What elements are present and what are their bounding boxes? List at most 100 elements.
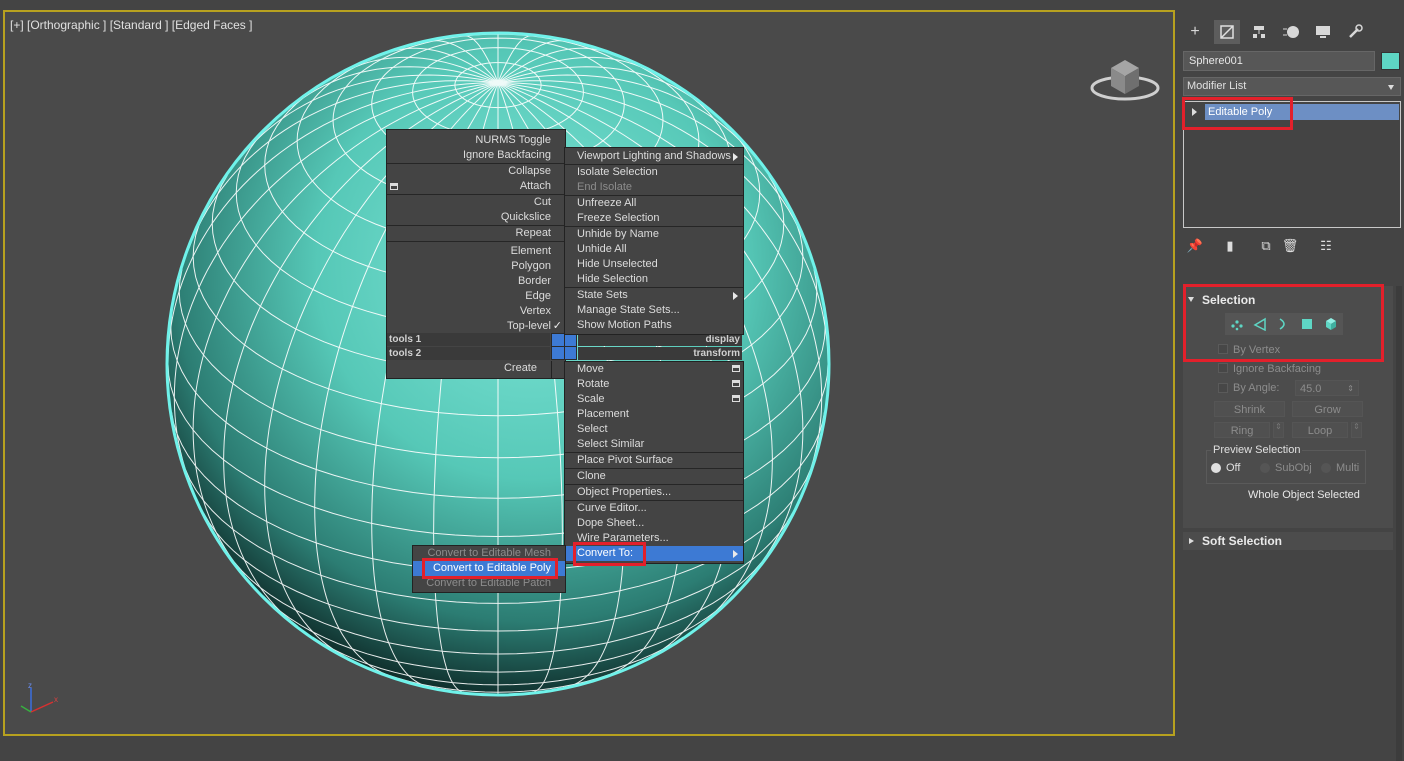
menu-item-clone[interactable]: Clone (565, 469, 743, 484)
menu-item-place-pivot-surface[interactable]: Place Pivot Surface (565, 453, 743, 468)
menu-item-unhide-all[interactable]: Unhide All (565, 242, 743, 257)
object-color-swatch[interactable] (1381, 52, 1400, 70)
menu-item-ignore-backfacing[interactable]: Ignore Backfacing (387, 148, 565, 163)
menu-item-scale[interactable]: Scale (565, 392, 743, 407)
menu-item-curve-editor[interactable]: Curve Editor... (565, 501, 743, 516)
svg-text:z: z (28, 682, 32, 690)
ring-button[interactable]: Ring (1214, 422, 1270, 438)
show-end-result-icon[interactable]: ▮ (1221, 237, 1239, 255)
menu-item-hide-selection[interactable]: Hide Selection (565, 272, 743, 287)
options-box-icon[interactable] (732, 380, 740, 387)
menu-item-label: Rotate (577, 378, 610, 390)
grow-button[interactable]: Grow (1292, 401, 1363, 417)
menu-item-select-similar[interactable]: Select Similar (565, 437, 743, 452)
menu-item-nurms-toggle[interactable]: NURMS Toggle (387, 133, 565, 148)
ignore-backfacing-checkbox[interactable] (1218, 363, 1228, 373)
quad-title-label: tools 2 (389, 348, 422, 359)
quad-tools2-menu: Create (386, 361, 552, 379)
menu-item-end-isolate[interactable]: End Isolate (565, 180, 743, 195)
menu-item-object-properties[interactable]: Object Properties... (565, 485, 743, 500)
menu-item-element[interactable]: Element (387, 244, 565, 259)
off-radio[interactable] (1211, 463, 1221, 473)
multi-radio-label: Multi (1336, 462, 1360, 474)
angle-value: 45.0 (1300, 383, 1322, 395)
menu-item-manage-state-sets[interactable]: Manage State Sets... (565, 303, 743, 318)
menu-item-rotate[interactable]: Rotate (565, 377, 743, 392)
menu-item-move[interactable]: Move (565, 362, 743, 377)
menu-item-select[interactable]: Select (565, 422, 743, 437)
menu-item-viewport-lighting[interactable]: Viewport Lighting and Shadows (565, 149, 743, 164)
checkmark-icon: ✓ (552, 320, 562, 332)
remove-modifier-icon[interactable]: 🗑 (1281, 237, 1299, 255)
hierarchy-icon[interactable] (1246, 20, 1272, 44)
motion-icon[interactable] (1278, 20, 1304, 44)
subobj-radio-label: SubObj (1275, 462, 1312, 474)
menu-item-label: Top-level (506, 320, 551, 332)
create-icon[interactable]: + (1182, 20, 1208, 44)
menu-item-dope-sheet[interactable]: Dope Sheet... (565, 516, 743, 531)
submenu-arrow-icon (733, 550, 738, 558)
menu-item-attach[interactable]: Attach (387, 179, 565, 194)
object-name-field[interactable]: Sphere001 (1183, 51, 1375, 71)
expand-arrow-icon[interactable] (1189, 538, 1194, 544)
options-box-icon[interactable] (390, 183, 398, 190)
subobj-radio[interactable] (1260, 463, 1270, 473)
quad-title-tools1: tools 1 (387, 333, 550, 346)
menu-item-hide-unselected[interactable]: Hide Unselected (565, 257, 743, 272)
utilities-icon[interactable] (1342, 20, 1368, 44)
quad-title-tools2: tools 2 (387, 347, 550, 360)
menu-item-create[interactable]: Create (387, 361, 551, 376)
menu-item-polygon[interactable]: Polygon (387, 259, 565, 274)
off-radio-label: Off (1226, 462, 1241, 474)
angle-spinner-field[interactable]: 45.0 ⇕ (1295, 380, 1359, 396)
menu-item-collapse[interactable]: Collapse (387, 164, 565, 179)
multi-radio[interactable] (1321, 463, 1331, 473)
by-angle-checkbox[interactable] (1218, 383, 1228, 393)
submenu-arrow-icon (733, 292, 738, 300)
pin-stack-icon[interactable]: 📌 (1186, 237, 1204, 255)
chevron-down-icon (1388, 85, 1394, 90)
modify-icon[interactable] (1214, 20, 1240, 44)
axis-tripod-icon: z x (20, 682, 58, 713)
menu-item-freeze-selection[interactable]: Freeze Selection (565, 211, 743, 226)
menu-item-unfreeze-all[interactable]: Unfreeze All (565, 196, 743, 211)
options-box-icon[interactable] (732, 395, 740, 402)
menu-item-border[interactable]: Border (387, 274, 565, 289)
submenu-arrow-icon (733, 153, 738, 161)
ring-spinner-icon[interactable]: ⇕ (1273, 422, 1284, 438)
ignore-backfacing-label: Ignore Backfacing (1233, 363, 1322, 375)
menu-item-vertex[interactable]: Vertex (387, 304, 565, 319)
menu-item-label: Scale (577, 393, 605, 405)
dropdown-label: Modifier List (1187, 80, 1247, 92)
menu-item-quickslice[interactable]: Quickslice (387, 210, 565, 225)
menu-item-top-level[interactable]: Top-level ✓ (387, 319, 565, 334)
menu-item-edge[interactable]: Edge (387, 289, 565, 304)
menu-item-label: Attach (519, 180, 551, 192)
modifier-list-dropdown[interactable]: Modifier List (1183, 77, 1401, 96)
menu-item-state-sets[interactable]: State Sets (565, 288, 743, 303)
menu-item-unhide-by-name[interactable]: Unhide by Name (565, 227, 743, 242)
options-box-icon[interactable] (732, 365, 740, 372)
menu-item-cut[interactable]: Cut (387, 195, 565, 210)
menu-item-placement[interactable]: Placement (565, 407, 743, 422)
loop-spinner-icon[interactable]: ⇕ (1351, 422, 1362, 438)
annotation-box-convert-to (573, 542, 646, 566)
menu-item-isolate-selection[interactable]: Isolate Selection (565, 165, 743, 180)
menu-item-show-motion-paths[interactable]: Show Motion Paths (565, 318, 743, 333)
quad-title-label: tools 1 (389, 334, 422, 345)
rollout-title-soft-selection[interactable]: Soft Selection (1202, 534, 1282, 548)
quad-center-grid-icon (551, 333, 577, 360)
viewcube-icon[interactable] (1085, 48, 1165, 108)
annotation-box-editable-poly (422, 558, 558, 579)
configure-sets-icon[interactable]: ☷ (1317, 237, 1335, 255)
quad-display-menu: Viewport Lighting and Shadows Isolate Se… (564, 147, 744, 335)
shrink-button[interactable]: Shrink (1214, 401, 1285, 417)
display-icon[interactable] (1310, 20, 1336, 44)
loop-button[interactable]: Loop (1292, 422, 1348, 438)
spinner-arrows-icon[interactable]: ⇕ (1347, 381, 1354, 397)
make-unique-icon[interactable]: ⧉ (1257, 237, 1275, 255)
menu-item-label: State Sets (577, 289, 628, 301)
menu-item-label: Viewport Lighting and Shadows (577, 150, 731, 162)
panel-scrollbar[interactable] (1396, 286, 1402, 761)
menu-item-repeat[interactable]: Repeat (387, 226, 565, 241)
